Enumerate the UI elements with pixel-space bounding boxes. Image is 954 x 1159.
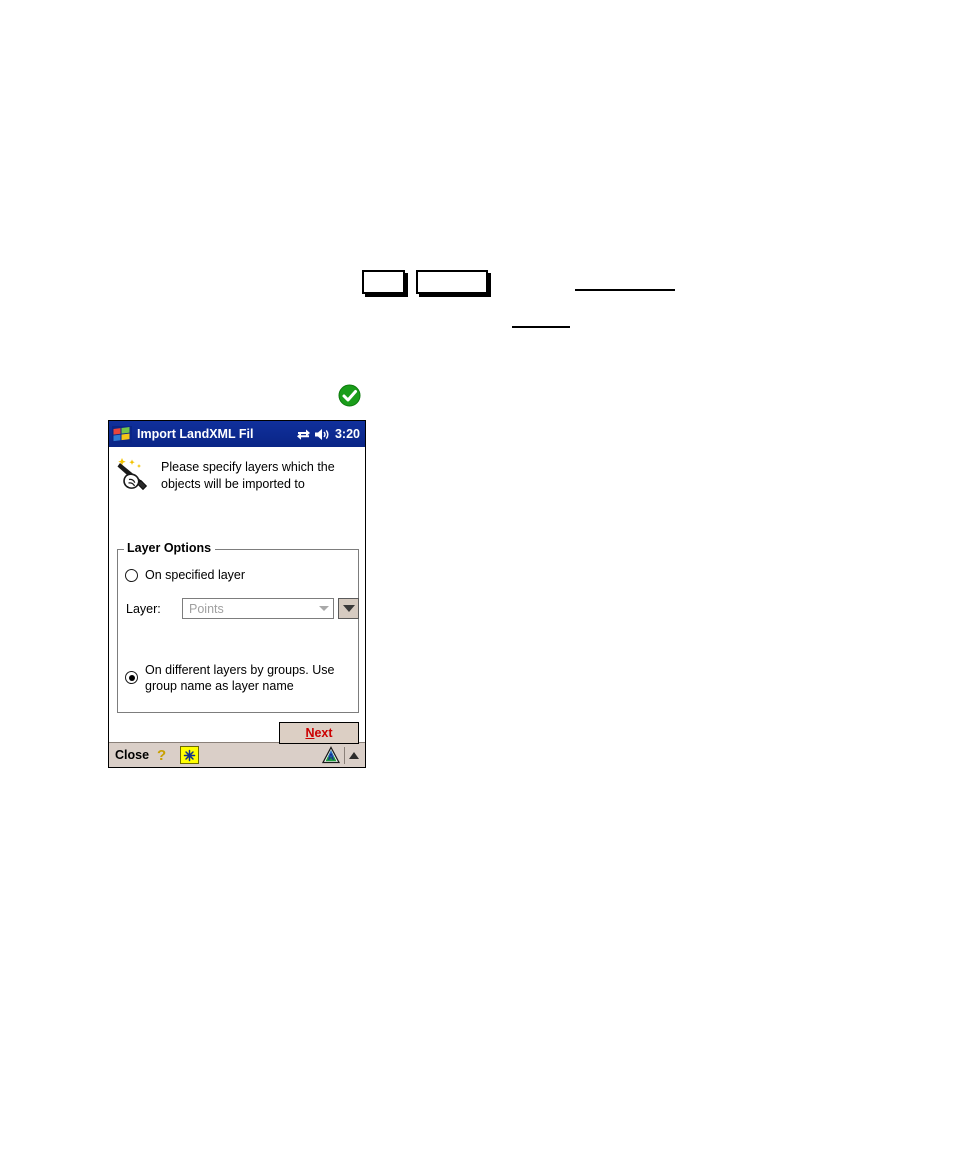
dropdown-arrow-icon	[342, 605, 355, 612]
next-button-label: ext	[314, 726, 333, 740]
clock-time[interactable]: 3:20	[335, 427, 360, 441]
green-check-circle-icon	[338, 384, 361, 407]
radio-label-accel: g	[267, 663, 275, 677]
window-titlebar: Import LandXML Fil 3:20	[109, 421, 365, 447]
radio-button-unselected-icon[interactable]	[125, 569, 138, 582]
radio-on-specified-layer-label: On specified layer	[145, 568, 246, 582]
input-panel-star-icon[interactable]	[180, 746, 200, 764]
hand-stylus-icon	[115, 455, 155, 493]
import-landxml-dialog: Import LandXML Fil 3:20 Please specify l…	[108, 420, 366, 768]
ime-triangle-a-icon[interactable]: A	[321, 746, 341, 764]
layer-browse-button[interactable]	[338, 598, 359, 619]
layer-combobox-value: Points	[189, 601, 224, 616]
layer-options-title: Layer Options	[124, 541, 216, 555]
radio-button-selected-icon[interactable]	[125, 671, 138, 684]
chevron-down-icon[interactable]	[319, 606, 329, 611]
layer-options-groupbox: Layer Options On specified layer Layer: …	[117, 541, 359, 713]
radio-on-specified-layer[interactable]: On specified layer	[125, 567, 245, 583]
intro-text: Please specify layers which the objects …	[161, 460, 335, 491]
close-button[interactable]: Close	[115, 748, 149, 762]
redaction-box-1	[362, 270, 405, 294]
statusbar-divider	[344, 746, 345, 764]
connectivity-arrows-icon[interactable]	[296, 428, 311, 441]
window-title: Import LandXML Fil	[137, 427, 254, 441]
speaker-icon[interactable]	[314, 428, 330, 441]
windows-flag-icon[interactable]	[112, 425, 132, 443]
question-mark-help-icon[interactable]: ?	[157, 748, 166, 763]
radio-on-different-layers[interactable]: On different layers by groups. Use group…	[125, 662, 353, 695]
rule-line-2	[512, 326, 570, 328]
radio-label-part-1: On different layers by	[145, 663, 268, 677]
window-statusbar: Close ? A	[109, 742, 365, 767]
next-button[interactable]: Next	[279, 722, 359, 744]
layer-field-label: Layer:	[126, 601, 161, 616]
radio-on-different-layers-label: On different layers by groups. Use group…	[145, 662, 353, 695]
layer-field-row: Layer: Points	[126, 598, 359, 619]
redaction-box-2	[416, 270, 488, 294]
intro-row: Please specify layers which the objects …	[109, 447, 365, 493]
dialog-body: Please specify layers which the objects …	[109, 447, 365, 744]
chevron-up-icon[interactable]	[349, 751, 359, 759]
rule-line-1	[575, 289, 675, 291]
layer-combobox[interactable]: Points	[182, 598, 334, 619]
next-button-accel: N	[305, 726, 315, 740]
svg-text:A: A	[328, 752, 335, 762]
